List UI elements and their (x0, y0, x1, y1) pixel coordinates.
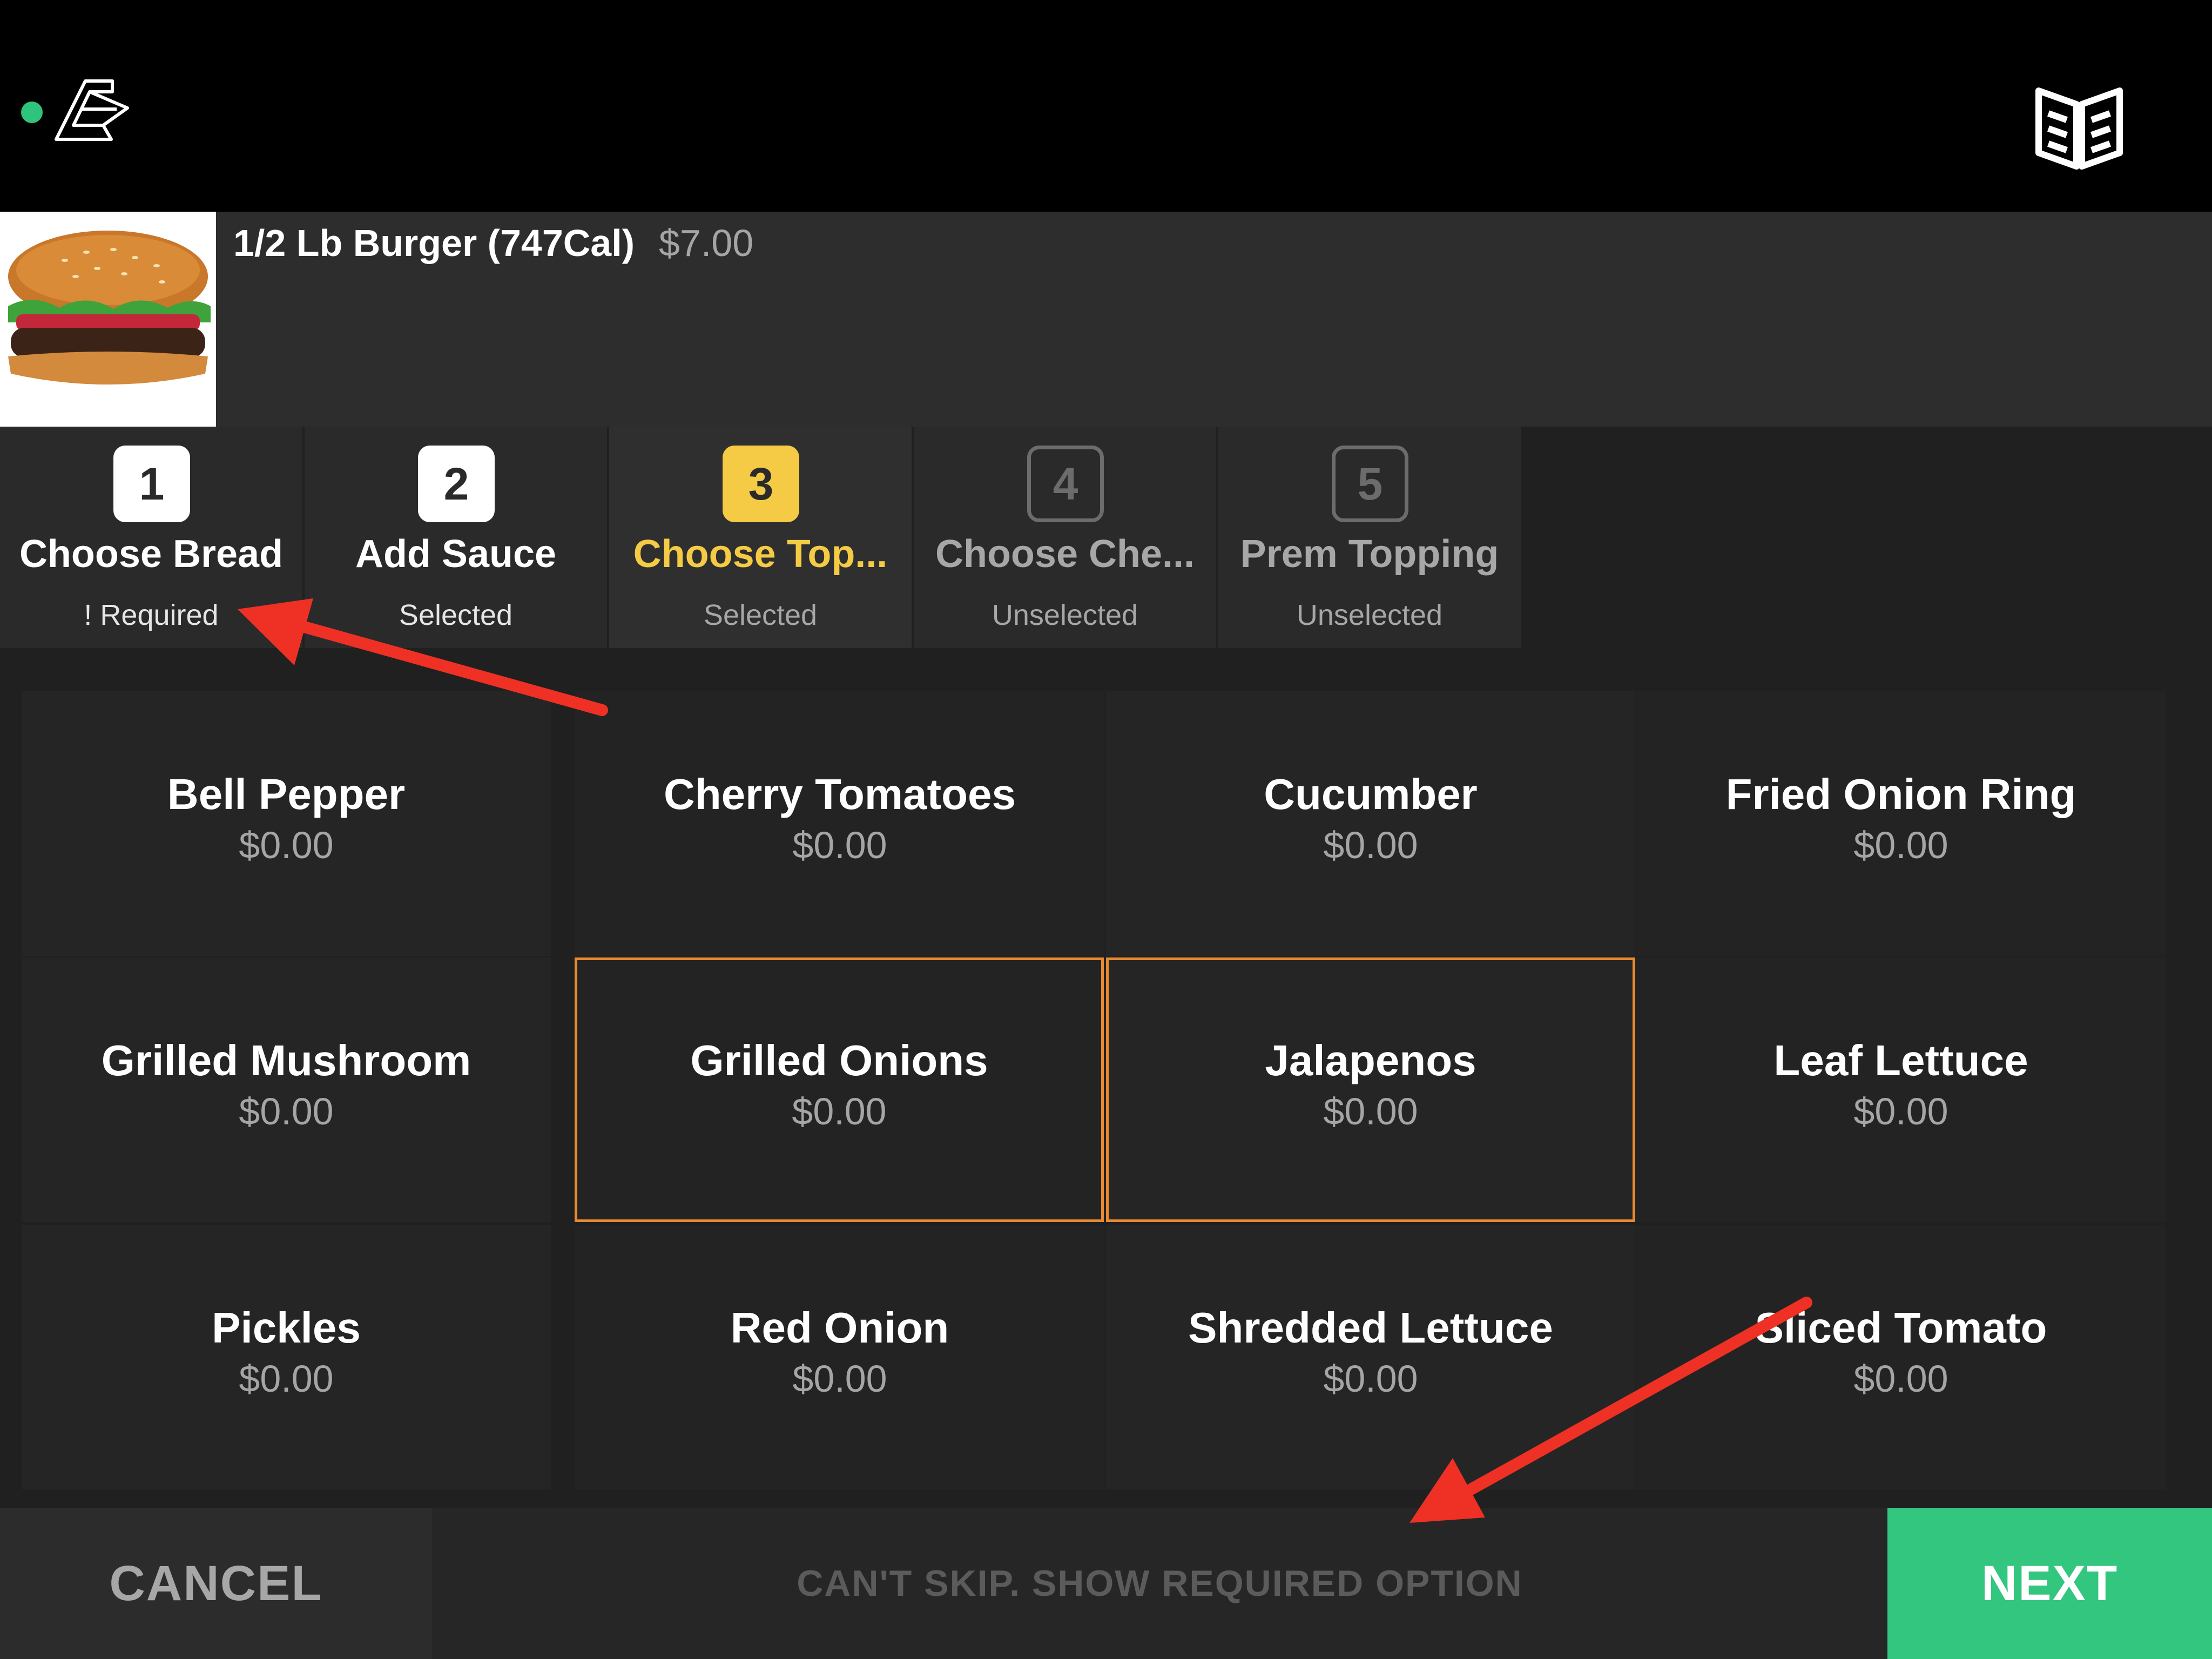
option-name: Leaf Lettuce (1773, 1036, 2028, 1084)
option-name: Jalapenos (1265, 1036, 1476, 1084)
option-price: $0.00 (1853, 824, 1948, 866)
step-number: 1 (113, 446, 190, 522)
logo-a-icon (55, 79, 129, 141)
option-name: Red Onion (730, 1304, 949, 1352)
tab-choose-bread[interactable]: 1 Choose Bread ! Required (0, 427, 302, 648)
status-dot-icon (21, 102, 43, 123)
option-name: Sliced Tomato (1755, 1304, 2047, 1352)
step-label: Choose Bread (19, 532, 284, 576)
skip-warning-message: CAN'T SKIP. SHOW REQUIRED OPTION (797, 1563, 1523, 1604)
option-red-onion[interactable]: Red Onion $0.00 (575, 1225, 1104, 1489)
option-price: $0.00 (1323, 1090, 1418, 1132)
option-price: $0.00 (1853, 1090, 1948, 1132)
kiosk-screen: 1/2 Lb Burger (747Cal) $7.00 1 Choose Br… (0, 0, 2212, 1659)
step-label: Choose Top... (633, 532, 888, 576)
option-shredded-lettuce[interactable]: Shredded Lettuce $0.00 (1106, 1225, 1635, 1489)
tab-prem-topping[interactable]: 5 Prem Topping Unselected (1218, 427, 1521, 648)
bottom-bar: CANCEL CAN'T SKIP. SHOW REQUIRED OPTION … (0, 1508, 2212, 1659)
option-cherry-tomatoes[interactable]: Cherry Tomatoes $0.00 (575, 691, 1104, 956)
option-price: $0.00 (239, 824, 334, 866)
options-grid: Bell Pepper $0.00 Cherry Tomatoes $0.00 … (0, 691, 2212, 1507)
option-pickles[interactable]: Pickles $0.00 (22, 1225, 551, 1489)
option-price: $0.00 (239, 1358, 334, 1400)
tab-choose-toppings[interactable]: 3 Choose Top... Selected (609, 427, 912, 648)
menu-book-icon[interactable] (2033, 80, 2125, 172)
top-bar (0, 0, 2212, 212)
option-grilled-mushroom[interactable]: Grilled Mushroom $0.00 (22, 957, 551, 1222)
tab-choose-cheese[interactable]: 4 Choose Che... Unselected (914, 427, 1216, 648)
option-name: Fried Onion Ring (1725, 770, 2076, 818)
cancel-button[interactable]: CANCEL (0, 1508, 432, 1659)
step-label: Add Sauce (355, 532, 557, 576)
step-status: Selected (399, 599, 513, 631)
option-grilled-onions[interactable]: Grilled Onions $0.00 (575, 957, 1104, 1222)
option-fried-onion-ring[interactable]: Fried Onion Ring $0.00 (1636, 691, 2166, 956)
step-status: Unselected (1296, 599, 1443, 631)
option-cucumber[interactable]: Cucumber $0.00 (1106, 691, 1635, 956)
option-price: $0.00 (1323, 824, 1418, 866)
option-name: Grilled Onions (690, 1036, 988, 1084)
step-status: Unselected (992, 599, 1138, 631)
step-number: 5 (1332, 446, 1408, 522)
option-name: Pickles (212, 1304, 361, 1352)
step-label: Choose Che... (935, 532, 1195, 576)
option-price: $0.00 (1853, 1358, 1948, 1400)
option-price: $0.00 (792, 1358, 887, 1400)
option-sliced-tomato[interactable]: Sliced Tomato $0.00 (1636, 1225, 2166, 1489)
option-price: $0.00 (792, 1090, 887, 1132)
option-name: Cherry Tomatoes (663, 770, 1016, 818)
option-bell-pepper[interactable]: Bell Pepper $0.00 (22, 691, 551, 956)
option-name: Grilled Mushroom (101, 1036, 471, 1084)
option-price: $0.00 (1323, 1358, 1418, 1400)
option-name: Cucumber (1264, 770, 1478, 818)
burger-image (0, 212, 216, 427)
item-header: 1/2 Lb Burger (747Cal) $7.00 (0, 212, 2212, 427)
step-status: Selected (703, 599, 818, 631)
tab-add-sauce[interactable]: 2 Add Sauce Selected (305, 427, 607, 648)
option-name: Shredded Lettuce (1188, 1304, 1553, 1352)
next-button[interactable]: NEXT (1887, 1508, 2212, 1659)
option-price: $0.00 (239, 1090, 334, 1132)
item-price: $7.00 (659, 222, 754, 264)
step-number: 2 (418, 446, 495, 522)
step-label: Prem Topping (1240, 532, 1499, 576)
option-jalapenos[interactable]: Jalapenos $0.00 (1106, 957, 1635, 1222)
item-title: 1/2 Lb Burger (747Cal) (233, 222, 635, 264)
step-tabs: 1 Choose Bread ! Required 2 Add Sauce Se… (0, 427, 2212, 648)
option-price: $0.00 (792, 824, 887, 866)
step-status: ! Required (84, 599, 219, 631)
option-leaf-lettuce[interactable]: Leaf Lettuce $0.00 (1636, 957, 2166, 1222)
step-number: 3 (723, 446, 799, 522)
step-number: 4 (1027, 446, 1104, 522)
option-name: Bell Pepper (167, 770, 406, 818)
